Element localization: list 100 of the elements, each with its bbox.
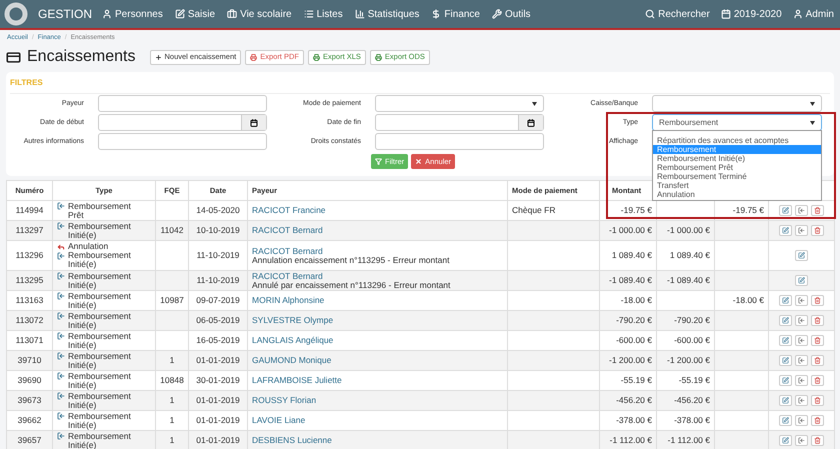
select-field[interactable]: Remboursement [652, 114, 822, 131]
payer-link[interactable]: LAVOIE Liane [252, 415, 306, 425]
transfer-button[interactable] [795, 335, 808, 346]
calendar-icon [250, 118, 258, 126]
arrow-in-icon [57, 392, 65, 400]
edit-button[interactable] [779, 415, 792, 426]
nav-link[interactable]: Vie scolaire [227, 6, 292, 22]
edit-button[interactable] [779, 395, 792, 406]
delete-button[interactable] [811, 395, 824, 406]
date-field[interactable] [375, 114, 544, 131]
select-field[interactable] [375, 95, 544, 112]
edit-button[interactable] [779, 225, 792, 236]
transfer-button[interactable] [795, 355, 808, 366]
delete-button[interactable] [811, 415, 824, 426]
payer-link[interactable]: RACICOT Bernard [252, 246, 323, 256]
dropdown-option[interactable]: Remboursement Initié(e) [653, 154, 821, 163]
edit-button[interactable] [779, 355, 792, 366]
delete-button[interactable] [811, 205, 824, 216]
briefcase-icon [227, 9, 238, 19]
type-label: Remboursement Initié(e) [68, 292, 132, 310]
payer-link[interactable]: LANGLAIS Angélique [252, 335, 334, 345]
edit-button[interactable] [779, 375, 792, 386]
delete-button[interactable] [811, 335, 824, 346]
caret-icon [810, 120, 815, 124]
arrow-in-icon [57, 292, 65, 300]
delete-icon [814, 417, 821, 424]
delete-button[interactable] [811, 315, 824, 326]
panel-title: FILTRES [10, 76, 43, 88]
edit-button[interactable] [795, 250, 808, 261]
back-arrow-icon [57, 242, 65, 250]
dropdown-option[interactable]: Remboursement Prêt [653, 163, 821, 172]
payer-link[interactable]: RACICOT Bernard [252, 225, 323, 235]
transfer-button[interactable] [795, 435, 808, 446]
edit-button[interactable] [779, 315, 792, 326]
transfer-button[interactable] [795, 225, 808, 236]
delete-icon [814, 357, 821, 364]
nav-link[interactable]: Personnes [102, 6, 163, 22]
date-field[interactable] [98, 114, 267, 131]
calendar-icon [720, 9, 731, 19]
edit-icon [782, 397, 789, 404]
payer-link[interactable]: GAUMOND Monique [252, 355, 332, 365]
payer-link[interactable]: MORIN Alphonsine [252, 295, 324, 305]
calendar-button[interactable] [518, 115, 543, 130]
dropdown-option[interactable]: Remboursement [653, 145, 821, 154]
type-label: Remboursement Initié(e) [68, 432, 132, 449]
type-label: Remboursement Initié(e) [68, 372, 132, 390]
caret-icon [810, 102, 815, 106]
transfer-button[interactable] [795, 295, 808, 306]
type-label: Remboursement Initié(e) [68, 222, 132, 240]
plus-icon [154, 54, 162, 60]
dropdown-option[interactable]: Remboursement Terminé [653, 172, 821, 181]
filter-icon [375, 158, 382, 165]
input-field[interactable] [98, 133, 267, 150]
payer-note: Annulation encaissement n°113295 - Erreur montant [252, 254, 450, 264]
delete-button[interactable] [811, 375, 824, 386]
transfer-button[interactable] [795, 375, 808, 386]
edit-button[interactable] [779, 335, 792, 346]
arrow-in-icon [57, 312, 65, 320]
payer-link[interactable]: RACICOT Bernard [252, 270, 323, 280]
input-field[interactable] [98, 95, 267, 112]
payer-link[interactable]: DESBIENS Lucienne [252, 435, 332, 445]
payer-link[interactable]: RACICOT Francine [252, 205, 326, 215]
calendar-button[interactable] [241, 115, 266, 130]
edit-icon [782, 317, 789, 324]
printer-icon [374, 54, 382, 60]
nav-link[interactable]: 2019-2020 [720, 6, 782, 22]
edit-button[interactable] [779, 205, 792, 216]
type-label: Remboursement Initié(e) [68, 412, 132, 430]
transfer-button[interactable] [795, 395, 808, 406]
nav-link[interactable]: Saisie [174, 6, 216, 22]
edit-button[interactable] [779, 435, 792, 446]
delete-button[interactable] [811, 355, 824, 366]
user-icon [102, 9, 112, 19]
delete-button[interactable] [811, 435, 824, 446]
transfer-button[interactable] [795, 415, 808, 426]
payer-link[interactable]: SYLVESTRE Olympe [252, 315, 334, 325]
delete-button[interactable] [811, 295, 824, 306]
type-label: Annulation [68, 242, 108, 251]
nav-link[interactable]: Statistiques [354, 6, 420, 22]
edit-icon [782, 297, 789, 304]
nav-link[interactable]: Finance [431, 6, 480, 22]
nav-link[interactable]: Rechercher [645, 6, 710, 22]
brand-name[interactable]: GESTION [38, 5, 92, 23]
transfer-button[interactable] [795, 205, 808, 216]
edit-button[interactable] [779, 295, 792, 306]
arrow-in-icon [798, 397, 805, 404]
input-field[interactable] [375, 133, 544, 150]
arrow-in-icon [798, 337, 805, 344]
logo-icon [4, 2, 28, 26]
user-icon [792, 9, 803, 19]
dropdown-option[interactable]: Répartition des avances et acomptes [653, 136, 821, 145]
delete-button[interactable] [811, 225, 824, 236]
edit-button[interactable] [795, 275, 808, 286]
nav-link[interactable]: Outils [492, 6, 531, 22]
select-field[interactable] [652, 95, 822, 112]
nav-link[interactable]: Admin [792, 6, 834, 22]
payer-link[interactable]: ROUSSY Florian [252, 395, 316, 405]
transfer-button[interactable] [795, 315, 808, 326]
nav-link[interactable]: Listes [304, 6, 343, 22]
payer-link[interactable]: LAFRAMBOISE Juliette [252, 375, 342, 385]
